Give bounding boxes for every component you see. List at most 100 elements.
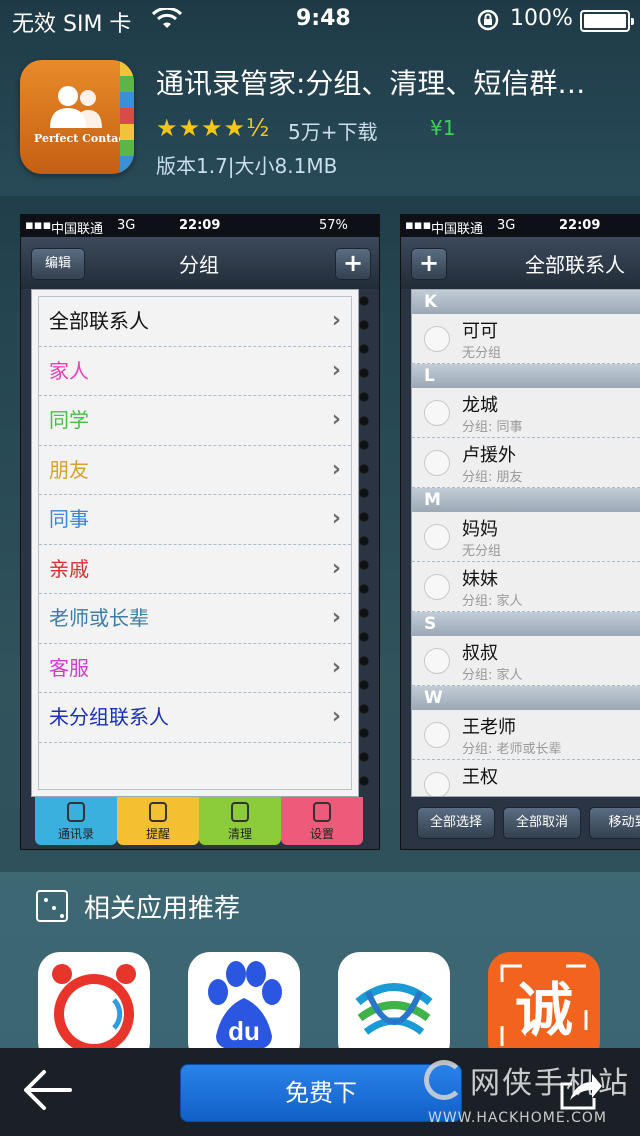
tab-2[interactable]: 清理 xyxy=(199,797,281,845)
rating-stars: ★★★★½ xyxy=(156,114,271,142)
alarm-clock-icon xyxy=(149,802,167,822)
tab-label: 通讯录 xyxy=(57,827,94,841)
group-row[interactable]: 同学 › xyxy=(39,396,351,446)
tab-1[interactable]: 提醒 xyxy=(117,797,199,845)
version-size: 版本1.7|大小8.1MB xyxy=(156,154,338,178)
mini-signal-icon: ▪▪▪ xyxy=(405,218,432,233)
contact-row[interactable]: 妹妹 分组: 家人 xyxy=(412,562,640,612)
contact-row[interactable]: 叔叔分组: 家人 xyxy=(412,636,640,686)
broom-icon xyxy=(231,802,249,822)
section-header: M xyxy=(412,488,640,512)
group-label: 亲戚 xyxy=(49,556,89,581)
group-label: 同事 xyxy=(49,507,89,531)
screenshot-carousel[interactable]: ▪▪▪ 中国联通 3G 22:09 57% 编辑 分组 + 全部联系人 › 家人 › 同… xyxy=(0,196,640,872)
section-header: W xyxy=(412,686,640,710)
select-radio[interactable] xyxy=(424,772,450,796)
contact-name: 妈妈 xyxy=(462,519,498,540)
group-row[interactable]: 老师或长辈 › xyxy=(39,594,351,644)
group-label: 未分组联系人 xyxy=(49,705,169,729)
select-radio[interactable] xyxy=(424,722,450,748)
group-list: 全部联系人 › 家人 › 同学 › 朋友 › 同事 › 亲戚 › 老师或长辈 › 客服 › 未分组联系人 › xyxy=(31,289,359,797)
group-row[interactable]: 全部联系人 › xyxy=(39,297,351,347)
mini-carrier: 中国联通 xyxy=(431,222,484,237)
group-row[interactable]: 未分组联系人 › xyxy=(39,693,351,743)
contact-row[interactable]: 龙城分组: 同事 xyxy=(412,388,640,438)
tab-3[interactable]: 设置 xyxy=(281,797,363,845)
clock: 9:48 xyxy=(296,6,351,31)
contact-group: 分组: 家人 xyxy=(462,668,523,683)
select-radio[interactable] xyxy=(424,648,450,674)
chevron-right-icon: › xyxy=(331,357,341,383)
contact-name: 龙城 xyxy=(462,395,498,416)
move-to-button[interactable]: 移动到 xyxy=(589,807,640,839)
chevron-right-icon: › xyxy=(331,456,341,482)
contact-group: 无分组 xyxy=(462,544,502,559)
contact-group: 分组: 同事 xyxy=(462,420,523,435)
section-header: L xyxy=(412,364,640,388)
deselect-all-button[interactable]: 全部取消 xyxy=(503,807,581,839)
mini-time: 22:09 xyxy=(559,218,601,233)
mini-status-bar: ▪▪▪ 中国联通 3G 22:09 xyxy=(401,215,640,237)
contact-name: 卢援外 xyxy=(462,445,516,466)
chevron-right-icon: › xyxy=(331,605,341,630)
tab-label: 设置 xyxy=(309,827,334,841)
contact-list: K 可可 无分组 L 龙城 分组: 同事 卢援外 分组: 朋友 M 妈妈 无分组 妹妹 分组: 家人 S 叔… xyxy=(411,289,640,797)
add-group-button[interactable]: + xyxy=(335,248,371,280)
chevron-right-icon: › xyxy=(331,308,341,333)
group-row[interactable]: 客服 › xyxy=(39,644,351,693)
watermark-text: 网侠手机站 xyxy=(470,1066,630,1101)
battery-percent: 100% xyxy=(510,6,573,31)
app-title: 通讯录管家:分组、清理、短信群… xyxy=(156,67,586,100)
group-label: 家人 xyxy=(49,358,89,383)
contacts-title: 全部联系人 xyxy=(525,253,625,277)
group-row[interactable]: 亲戚 › xyxy=(39,545,351,594)
group-label: 老师或长辈 xyxy=(49,606,149,630)
select-radio[interactable] xyxy=(424,326,450,352)
group-row[interactable]: 同事 › xyxy=(39,495,351,545)
share-icon[interactable] xyxy=(558,1070,602,1110)
chevron-right-icon: › xyxy=(331,654,341,680)
edit-button[interactable]: 编辑 xyxy=(31,248,85,280)
screenshot-contacts[interactable]: ▪▪▪ 中国联通 3G 22:09 + 全部联系人 K 可可 无分组 L 龙城 分组: 同… xyxy=(400,214,640,850)
contact-row[interactable]: 卢援外分组: 朋友 xyxy=(412,438,640,488)
status-bar: 无效 SIM 卡 9:48 100% xyxy=(0,0,640,40)
chevron-right-icon: › xyxy=(331,555,341,581)
contacts-navbar: + 全部联系人 xyxy=(401,237,640,289)
chevron-right-icon: › xyxy=(331,704,341,729)
download-count: 5万+下载 xyxy=(288,120,378,144)
contact-group: 分组: 老师或长辈 xyxy=(462,742,562,757)
tab-0[interactable]: 通讯录 xyxy=(35,797,117,845)
mini-time: 22:09 xyxy=(179,218,221,233)
mini-network: 3G xyxy=(497,218,516,233)
chevron-right-icon: › xyxy=(331,506,341,531)
app-icon-text: Perfect Contacts xyxy=(34,132,134,145)
contact-row[interactable]: 妈妈 无分组 xyxy=(412,512,640,562)
mini-battery: 57% xyxy=(319,218,348,233)
tab-label: 清理 xyxy=(227,827,252,841)
contact-row[interactable]: 可可 无分组 xyxy=(412,314,640,364)
back-arrow-icon[interactable] xyxy=(20,1068,72,1112)
mini-carrier: 中国联通 xyxy=(51,222,104,237)
contact-group: 分组: 朋友 xyxy=(462,470,523,485)
screenshot-groups[interactable]: ▪▪▪ 中国联通 3G 22:09 57% 编辑 分组 + 全部联系人 › 家人 › 同… xyxy=(20,214,380,850)
bottom-bar: 免费下 网侠手机站 WWW.HACKHOME.COM xyxy=(0,1048,640,1136)
group-row[interactable]: 朋友 › xyxy=(39,446,351,495)
select-radio[interactable] xyxy=(424,574,450,600)
price-label: ¥1 xyxy=(430,116,456,140)
group-row[interactable]: 家人 › xyxy=(39,347,351,396)
select-radio[interactable] xyxy=(424,400,450,426)
contact-group: 分组: 家人 xyxy=(462,594,523,609)
add-contact-button[interactable]: + xyxy=(411,248,447,280)
contact-group: 无分组 xyxy=(462,346,502,361)
select-radio[interactable] xyxy=(424,524,450,550)
section-header: K xyxy=(412,290,640,314)
contact-actions: 全部选择 全部取消 移动到 xyxy=(411,807,640,843)
watermark-logo-icon xyxy=(424,1060,464,1100)
contact-name: 叔叔 xyxy=(462,643,498,664)
mini-signal-icon: ▪▪▪ xyxy=(25,218,52,233)
tab-label: 提醒 xyxy=(145,827,170,841)
contact-row[interactable]: 王权 xyxy=(412,760,640,796)
select-all-button[interactable]: 全部选择 xyxy=(417,807,495,839)
select-radio[interactable] xyxy=(424,450,450,476)
contact-row[interactable]: 王老师 分组: 老师或长辈 xyxy=(412,710,640,760)
